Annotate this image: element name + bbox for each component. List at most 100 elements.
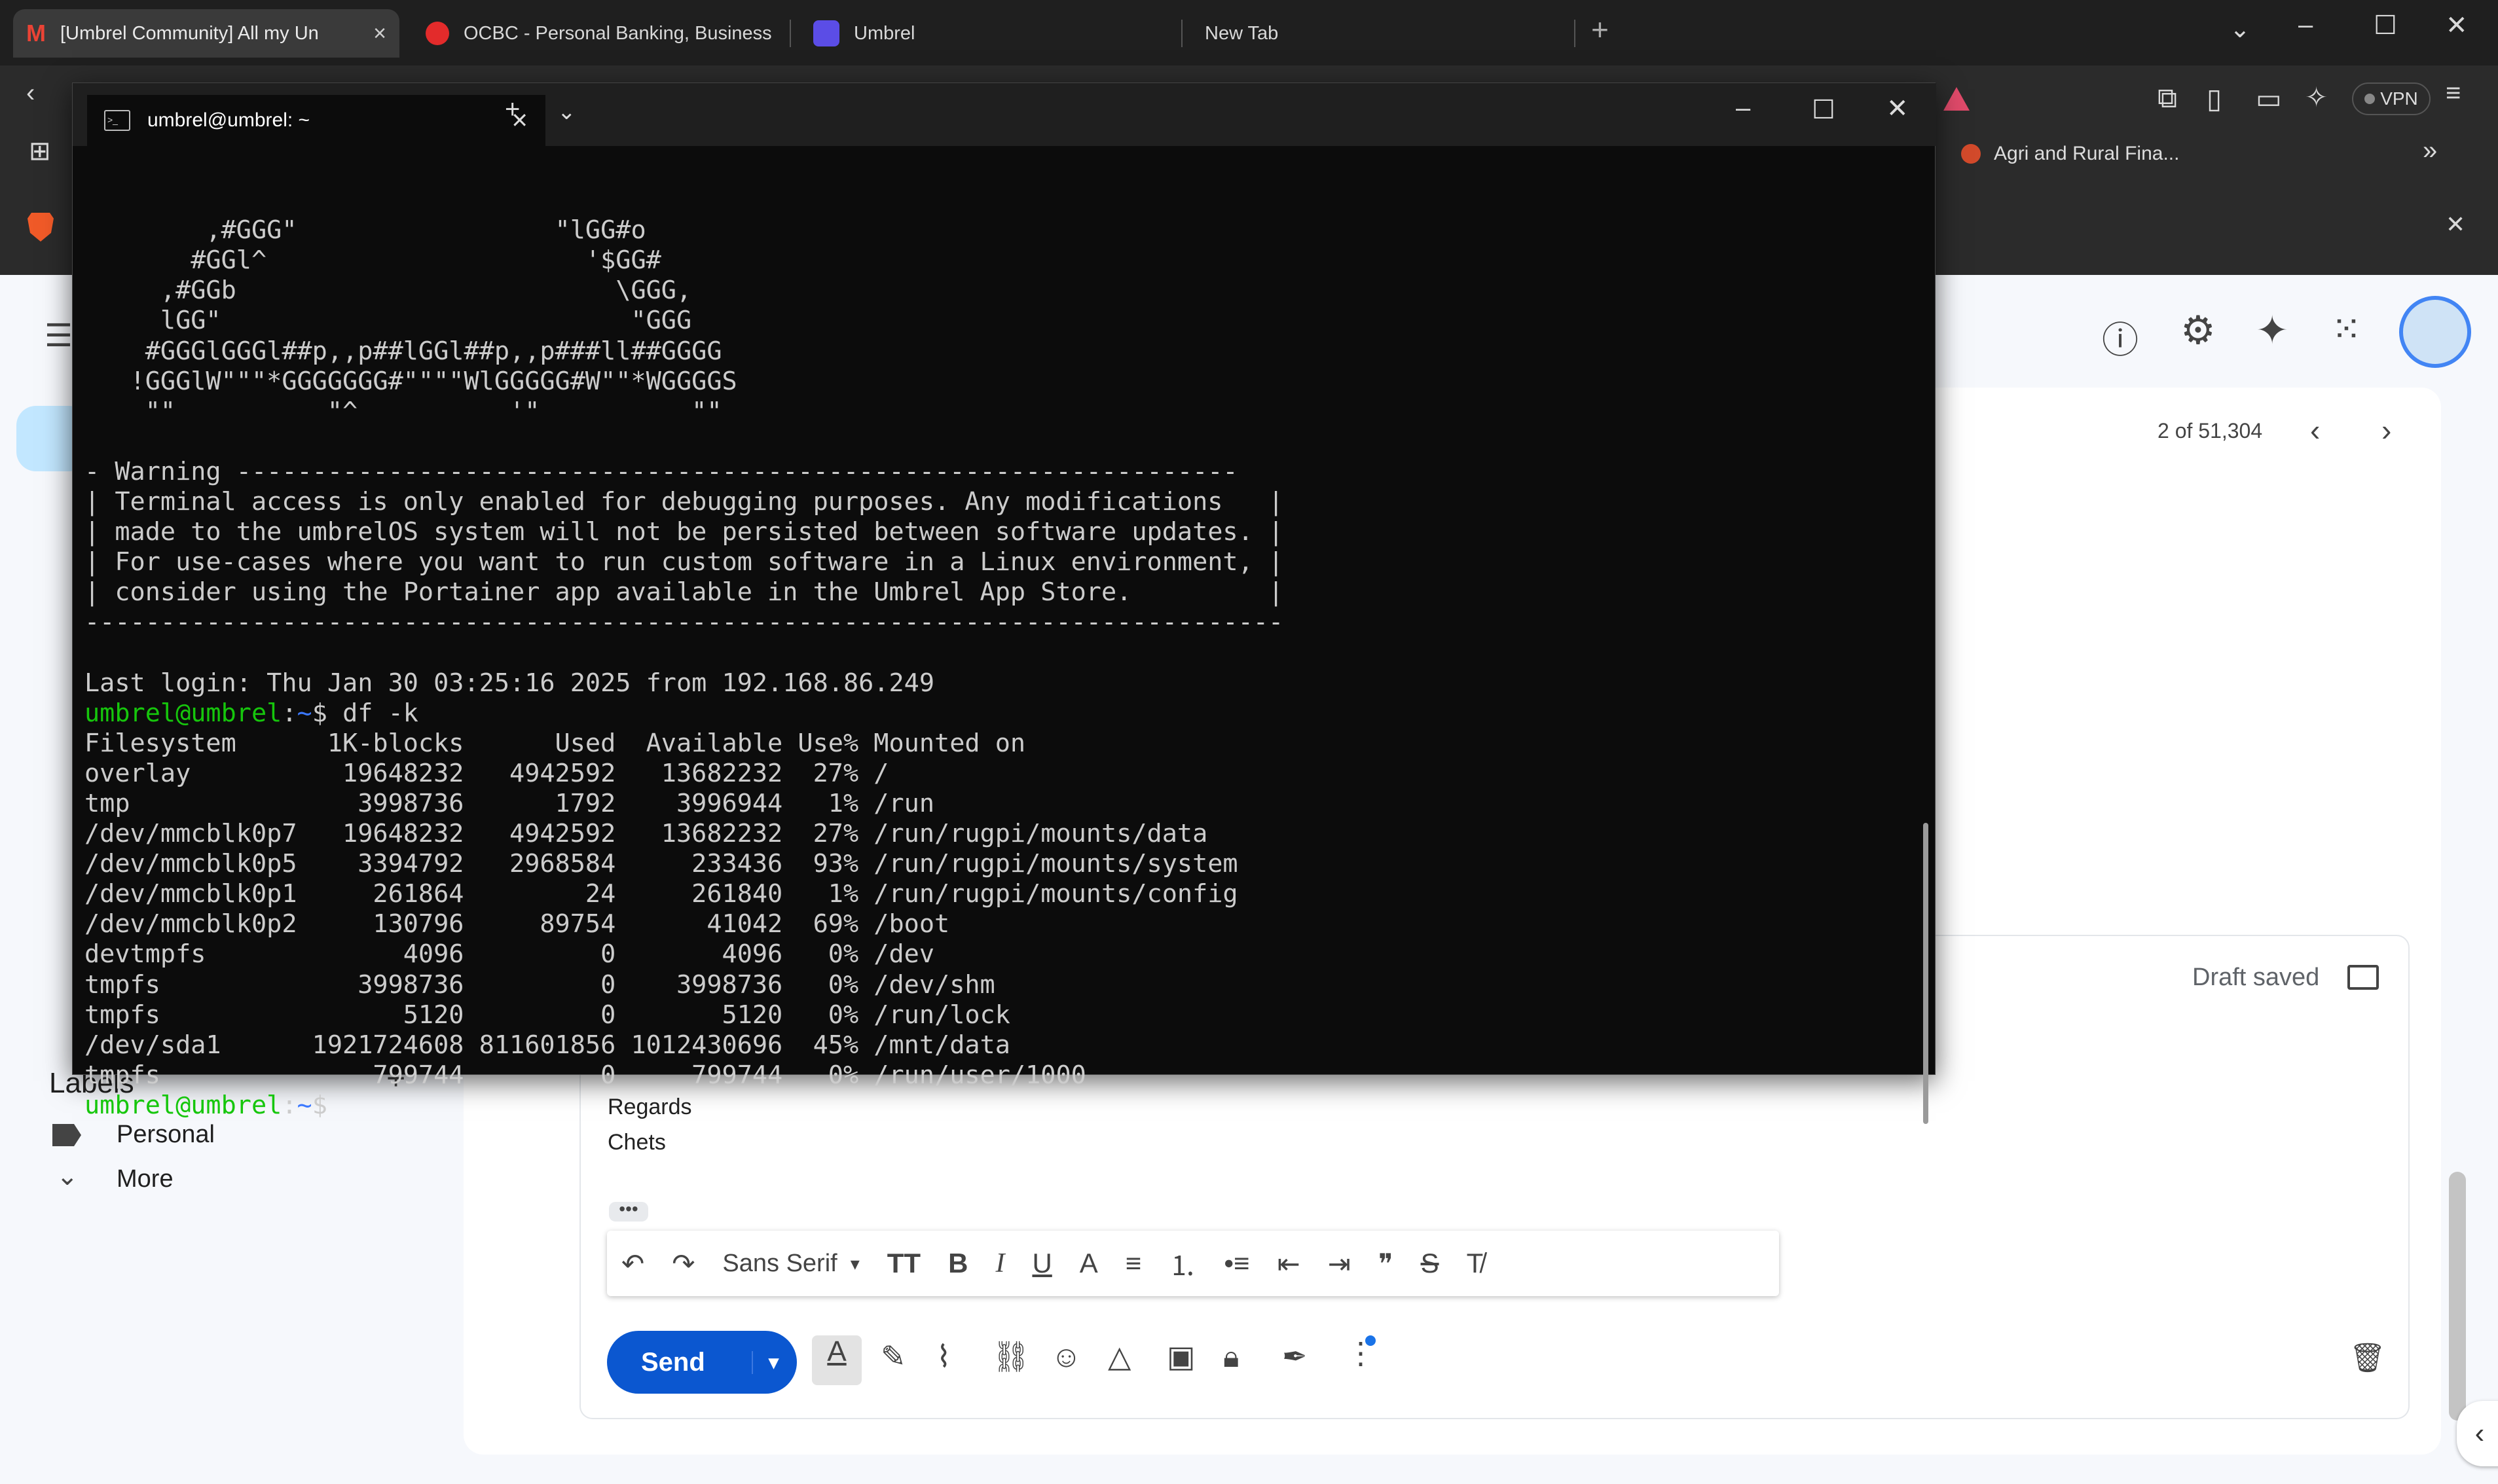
terminal-minimize-icon[interactable]: – bbox=[1736, 94, 1750, 123]
new-terminal-tab-icon[interactable]: + bbox=[505, 95, 520, 124]
send-options-icon[interactable]: ▾ bbox=[751, 1350, 779, 1374]
wallet-icon[interactable]: ▭ bbox=[2256, 82, 2282, 115]
tab-search-chevron-icon[interactable]: ⌄ bbox=[2230, 14, 2250, 44]
leo-ai-icon[interactable]: ✧ bbox=[2305, 81, 2328, 113]
df-row: /dev/sda1 1921724608 811601856 101243069… bbox=[84, 1030, 1010, 1060]
terminal-tab[interactable]: >_ umbrel@umbrel: ~ ✕ bbox=[87, 95, 545, 146]
maximize-window-icon[interactable]: ☐ bbox=[2374, 10, 2397, 41]
bulleted-list-icon[interactable]: •≡ bbox=[1224, 1248, 1249, 1279]
gmail-icon: M bbox=[26, 20, 46, 46]
bookmark-agri[interactable]: Agri and Rural Fina... bbox=[1961, 143, 2179, 165]
underline-icon[interactable]: U bbox=[1032, 1248, 1052, 1279]
back-icon[interactable]: ‹ bbox=[26, 79, 35, 108]
notification-dot-icon bbox=[1365, 1335, 1376, 1346]
menu-icon[interactable]: ≡ bbox=[2446, 79, 2461, 108]
link-icon[interactable]: ⛓ bbox=[992, 1339, 1030, 1375]
font-dropdown-icon[interactable]: ▾ bbox=[851, 1253, 860, 1275]
numbered-list-icon[interactable]: ⒈ bbox=[1169, 1244, 1196, 1284]
terminal-maximize-icon[interactable]: ☐ bbox=[1812, 95, 1835, 125]
df-row: devtmpfs 4096 0 4096 0% /dev bbox=[84, 939, 935, 969]
minimize-window-icon[interactable]: – bbox=[2298, 10, 2313, 40]
redo-icon[interactable]: ↷ bbox=[672, 1248, 695, 1280]
apps-grid-icon[interactable]: ⊞ bbox=[29, 136, 51, 166]
brave-rewards-icon[interactable] bbox=[1943, 87, 1970, 111]
font-select[interactable]: Sans Serif bbox=[722, 1250, 837, 1278]
terminal-output[interactable]: ,#GGG" "lGG#o #GGl^ '$GG# ,#GGb \GGG, lG… bbox=[84, 155, 1918, 1120]
settings-gear-icon[interactable]: ⚙ bbox=[2180, 308, 2216, 353]
text-size-icon[interactable]: TT bbox=[887, 1248, 921, 1279]
gemini-icon[interactable]: ✦ bbox=[2256, 308, 2288, 353]
drive-icon[interactable]: △ bbox=[1108, 1339, 1131, 1374]
terminal-window: >_ umbrel@umbrel: ~ ✕ + ⌄ – ☐ ✕ ,#GGG" "… bbox=[72, 82, 1936, 1124]
side-panel-toggle-icon[interactable]: ‹ bbox=[2457, 1401, 2498, 1466]
terminal-scrollbar[interactable] bbox=[1923, 823, 1928, 1124]
align-icon[interactable]: ≡ bbox=[1126, 1248, 1142, 1279]
browser-tab-new[interactable]: New Tab bbox=[1192, 9, 1558, 58]
signature-icon[interactable]: ✒ bbox=[1282, 1339, 1308, 1374]
undo-icon[interactable]: ↶ bbox=[621, 1248, 644, 1280]
remove-formatting-icon[interactable]: T̸ bbox=[1467, 1248, 1484, 1279]
df-row: tmpfs 3998736 0 3998736 0% /dev/shm bbox=[84, 969, 995, 1000]
current-prompt[interactable]: umbrel@umbrel:~$ bbox=[84, 1091, 1918, 1121]
df-row: tmpfs 799744 0 799744 0% /run/user/1000 bbox=[84, 1060, 1086, 1090]
discard-draft-icon[interactable]: 🗑︎ bbox=[2349, 1341, 2386, 1375]
warning-line: | Terminal access is only enabled for de… bbox=[84, 487, 1284, 517]
close-infobar-icon[interactable]: ✕ bbox=[2446, 211, 2465, 238]
confidential-icon[interactable]: 🔒︎ bbox=[1223, 1339, 1239, 1375]
older-icon[interactable]: › bbox=[2381, 412, 2391, 448]
emoji-icon[interactable]: ☺ bbox=[1051, 1339, 1082, 1374]
df-row: tmp 3998736 1792 3996944 1% /run bbox=[84, 788, 935, 818]
text-color-icon[interactable]: A bbox=[1080, 1248, 1098, 1279]
browser-tab-umbrel[interactable]: Umbrel bbox=[800, 9, 1167, 58]
new-tab-button[interactable]: + bbox=[1591, 12, 1609, 47]
extensions-icon[interactable]: ⧉ bbox=[2158, 82, 2177, 115]
quote-icon[interactable]: ❞ bbox=[1378, 1248, 1393, 1280]
newer-icon[interactable]: ‹ bbox=[2310, 412, 2320, 448]
more-bookmarks-icon[interactable]: » bbox=[2423, 136, 2437, 166]
df-row: /dev/mmcblk0p1 261864 24 261840 1% /run/… bbox=[84, 879, 1238, 909]
tab-label: OCBC - Personal Banking, Business bbox=[464, 22, 771, 44]
sidebar-icon[interactable]: ▯ bbox=[2207, 82, 2222, 115]
browser-tab-ocbc[interactable]: OCBC - Personal Banking, Business bbox=[413, 9, 786, 58]
photo-icon[interactable]: ▣ bbox=[1167, 1339, 1195, 1374]
draft-status: Draft saved bbox=[2192, 964, 2320, 991]
prompt-user: umbrel@umbrel bbox=[84, 698, 282, 728]
ascii-art-line: #GGl^ '$GG# bbox=[84, 245, 661, 276]
help-icon[interactable]: ⓘ bbox=[2102, 311, 2139, 364]
strikethrough-icon[interactable]: S bbox=[1421, 1248, 1439, 1279]
close-tab-icon[interactable]: × bbox=[373, 21, 386, 46]
terminal-title: umbrel@umbrel: ~ bbox=[147, 109, 310, 131]
warning-line: | For use-cases where you want to run cu… bbox=[84, 547, 1284, 577]
browser-tab-gmail[interactable]: M [Umbrel Community] All my Un × bbox=[13, 9, 399, 58]
df-row: /dev/mmcblk0p5 3394792 2968584 233436 93… bbox=[84, 849, 1238, 879]
warning-line: | consider using the Portainer app avail… bbox=[84, 577, 1284, 607]
indent-less-icon[interactable]: ⇤ bbox=[1277, 1248, 1300, 1280]
writing-assist-icon[interactable]: ✎ bbox=[881, 1339, 906, 1374]
italic-icon[interactable]: I bbox=[995, 1248, 1004, 1279]
umbrel-icon bbox=[813, 20, 839, 46]
show-trimmed-icon[interactable]: ••• bbox=[609, 1200, 648, 1222]
indent-more-icon[interactable]: ⇥ bbox=[1328, 1248, 1351, 1280]
attach-icon[interactable]: ⌇ bbox=[936, 1339, 951, 1374]
warning-line: - Warning ------------------------------… bbox=[84, 456, 1238, 486]
google-apps-icon[interactable]: ⁙ bbox=[2331, 308, 2362, 351]
bookmark-favicon-icon bbox=[1961, 144, 1981, 164]
terminal-close-icon[interactable]: ✕ bbox=[1886, 94, 1909, 124]
gmail-scrollbar[interactable] bbox=[2449, 1172, 2466, 1421]
bold-icon[interactable]: B bbox=[948, 1248, 968, 1279]
df-header: Filesystem 1K-blocks Used Available Use%… bbox=[84, 728, 1026, 758]
main-menu-icon[interactable]: ☰ bbox=[45, 317, 73, 354]
terminal-titlebar: >_ umbrel@umbrel: ~ ✕ + ⌄ – ☐ ✕ bbox=[73, 83, 1936, 146]
prompt-path: ~ bbox=[297, 698, 312, 728]
ocbc-icon bbox=[426, 22, 449, 45]
df-row: overlay 19648232 4942592 13682232 27% / bbox=[84, 758, 889, 788]
formatting-options-icon[interactable]: A bbox=[812, 1335, 862, 1385]
terminal-dropdown-icon[interactable]: ⌄ bbox=[557, 99, 576, 125]
send-button[interactable]: Send ▾ bbox=[607, 1331, 797, 1394]
vpn-button[interactable]: VPN bbox=[2352, 82, 2431, 115]
account-avatar[interactable] bbox=[2399, 296, 2471, 368]
more-chevron-icon[interactable]: ⌄ bbox=[56, 1161, 79, 1191]
terminal-icon: >_ bbox=[104, 110, 130, 131]
pop-out-icon[interactable] bbox=[2347, 965, 2379, 990]
close-window-icon[interactable]: ✕ bbox=[2446, 10, 2468, 41]
